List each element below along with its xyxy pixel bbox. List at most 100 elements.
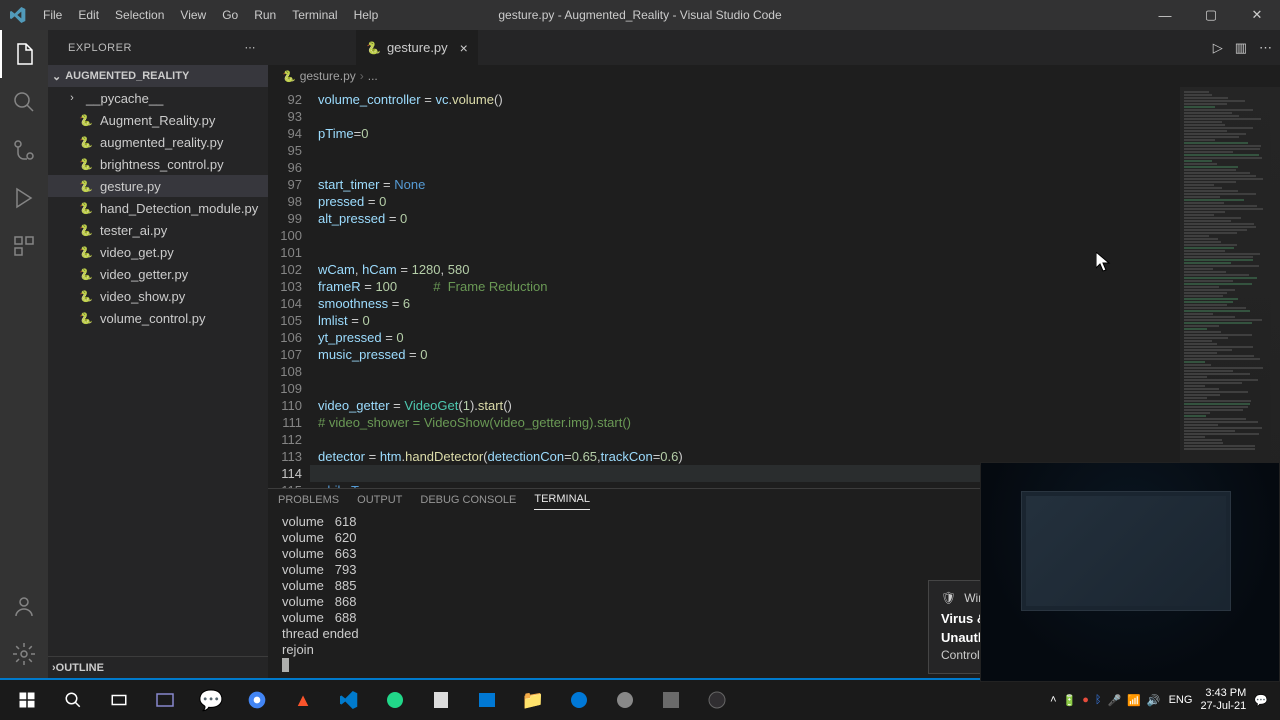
shield-icon: 🛡 <box>941 591 956 605</box>
minimize-button[interactable]: — <box>1142 0 1188 30</box>
app-explorer[interactable] <box>142 680 188 720</box>
explorer-icon[interactable] <box>0 30 48 78</box>
menu-bar: File Edit Selection View Go Run Terminal… <box>35 8 386 22</box>
python-icon: 🐍 <box>282 70 296 83</box>
file-label: volume_control.py <box>100 311 206 326</box>
file-volume_control-py[interactable]: 🐍 volume_control.py <box>48 307 268 329</box>
task-view-button[interactable] <box>96 680 142 720</box>
menu-go[interactable]: Go <box>214 8 246 22</box>
app-edge[interactable] <box>556 680 602 720</box>
app-obs[interactable] <box>694 680 740 720</box>
file-label: gesture.py <box>100 179 161 194</box>
python-icon: 🐍 <box>78 224 94 237</box>
editor-more-icon[interactable]: ⋯ <box>1259 40 1272 56</box>
file-video_show-py[interactable]: 🐍video_show.py <box>48 285 268 307</box>
panel-tab-terminal[interactable]: TERMINAL <box>534 489 590 510</box>
python-icon: 🐍 <box>78 136 94 149</box>
system-tray[interactable]: ˄ 🔋 ● ᛒ 🎤 📶 🔊 <box>1050 694 1161 707</box>
menu-view[interactable]: View <box>172 8 214 22</box>
file-video_get-py[interactable]: 🐍 video_get.py <box>48 241 268 263</box>
app-pycharm[interactable] <box>372 680 418 720</box>
notifications-icon[interactable]: 💬 <box>1254 694 1268 707</box>
app-vscode[interactable] <box>326 680 372 720</box>
file-hand_Detection_module-py[interactable]: 🐍 hand_Detection_module.py <box>48 197 268 219</box>
app-calendar[interactable] <box>464 680 510 720</box>
webcam-preview <box>980 462 1280 682</box>
code-editor[interactable]: 9293949596979899100101102103104105106107… <box>268 87 1280 488</box>
menu-selection[interactable]: Selection <box>107 8 172 22</box>
vscode-logo-icon <box>0 7 35 23</box>
search-icon[interactable] <box>0 78 48 126</box>
python-icon: 🐍 <box>78 180 94 193</box>
clock[interactable]: 3:43 PM 27-Jul-21 <box>1200 687 1246 713</box>
close-tab-icon[interactable]: × <box>460 40 468 56</box>
taskbar: 💬 ▲ 📁 ˄ 🔋 ● ᛒ 🎤 📶 🔊 ENG 3:43 PM 27-Jul-2… <box>0 680 1280 720</box>
python-icon: 🐍 <box>78 158 94 171</box>
wifi-icon[interactable]: 📶 <box>1127 694 1141 707</box>
python-icon: 🐍 <box>78 246 94 259</box>
python-icon: 🐍 <box>366 41 381 55</box>
file-label: brightness_control.py <box>100 157 224 172</box>
file-gesture-py[interactable]: 🐍 gesture.py <box>48 175 268 197</box>
panel-tab-problems[interactable]: PROBLEMS <box>278 490 339 510</box>
language-indicator[interactable]: ENG <box>1169 694 1193 706</box>
close-button[interactable]: ✕ <box>1234 0 1280 30</box>
menu-terminal[interactable]: Terminal <box>284 8 345 22</box>
panel-tab-output[interactable]: OUTPUT <box>357 490 402 510</box>
menu-help[interactable]: Help <box>346 8 387 22</box>
extensions-icon[interactable] <box>0 222 48 270</box>
bluetooth-icon[interactable]: ᛒ <box>1095 694 1102 706</box>
app-brave[interactable]: ▲ <box>280 680 326 720</box>
file-brightness_control-py[interactable]: 🐍 brightness_control.py <box>48 153 268 175</box>
menu-edit[interactable]: Edit <box>70 8 107 22</box>
run-file-icon[interactable]: ▷ <box>1213 40 1223 56</box>
sidebar-more-icon[interactable]: ⋯ <box>245 41 257 54</box>
app-generic1[interactable] <box>602 680 648 720</box>
app-notepad[interactable] <box>418 680 464 720</box>
python-icon: 🐍 <box>78 312 94 325</box>
file-augmented_reality-py[interactable]: 🐍augmented_reality.py <box>48 131 268 153</box>
debug-icon[interactable] <box>0 174 48 222</box>
search-button[interactable] <box>50 680 96 720</box>
window-title: gesture.py - Augmented_Reality - Visual … <box>498 8 781 22</box>
app-chrome[interactable] <box>234 680 280 720</box>
chevron-up-icon[interactable]: ˄ <box>1050 694 1056 706</box>
minimap[interactable] <box>1180 87 1280 488</box>
menu-file[interactable]: File <box>35 8 70 22</box>
panel-tab-debug[interactable]: DEBUG CONSOLE <box>420 490 516 510</box>
title-bar: File Edit Selection View Go Run Terminal… <box>0 0 1280 30</box>
sidebar: EXPLORER ⋯ ⌄ AUGMENTED_REALITY ›__pycach… <box>48 30 268 678</box>
app-generic2[interactable] <box>648 680 694 720</box>
start-button[interactable] <box>4 680 50 720</box>
split-editor-icon[interactable]: ▥ <box>1235 40 1247 56</box>
mic-icon[interactable]: 🎤 <box>1107 694 1121 707</box>
terminal-cursor <box>282 658 289 672</box>
account-icon[interactable] <box>0 582 48 630</box>
file-tree: ›__pycache__🐍Augment_Reality.py🐍augmente… <box>48 87 268 656</box>
volume-icon[interactable]: 🔊 <box>1147 694 1161 707</box>
breadcrumb[interactable]: 🐍 gesture.py › ... <box>268 65 1280 87</box>
file-label: __pycache__ <box>86 91 163 106</box>
outline-header[interactable]: › OUTLINE <box>48 656 268 678</box>
file-label: video_show.py <box>100 289 185 304</box>
file-__pycache__[interactable]: ›__pycache__ <box>48 87 268 109</box>
chevron-down-icon: ⌄ <box>52 70 61 83</box>
app-whatsapp[interactable]: 💬 <box>188 680 234 720</box>
recording-icon[interactable]: ● <box>1082 694 1089 706</box>
activity-bar <box>0 30 48 678</box>
battery-icon[interactable]: 🔋 <box>1063 694 1077 707</box>
menu-run[interactable]: Run <box>246 8 284 22</box>
file-Augment_Reality-py[interactable]: 🐍Augment_Reality.py <box>48 109 268 131</box>
file-tester_ai-py[interactable]: 🐍tester_ai.py <box>48 219 268 241</box>
maximize-button[interactable]: ▢ <box>1188 0 1234 30</box>
folder-header[interactable]: ⌄ AUGMENTED_REALITY <box>48 65 268 87</box>
tab-gesture-py[interactable]: 🐍 gesture.py × <box>356 30 479 65</box>
source-control-icon[interactable] <box>0 126 48 174</box>
app-files[interactable]: 📁 <box>510 680 556 720</box>
file-video_getter-py[interactable]: 🐍video_getter.py <box>48 263 268 285</box>
python-icon: 🐍 <box>78 202 94 215</box>
explorer-header: EXPLORER ⋯ <box>48 30 268 65</box>
file-label: video_get.py <box>100 245 174 260</box>
settings-icon[interactable] <box>0 630 48 678</box>
file-label: hand_Detection_module.py <box>100 201 258 216</box>
